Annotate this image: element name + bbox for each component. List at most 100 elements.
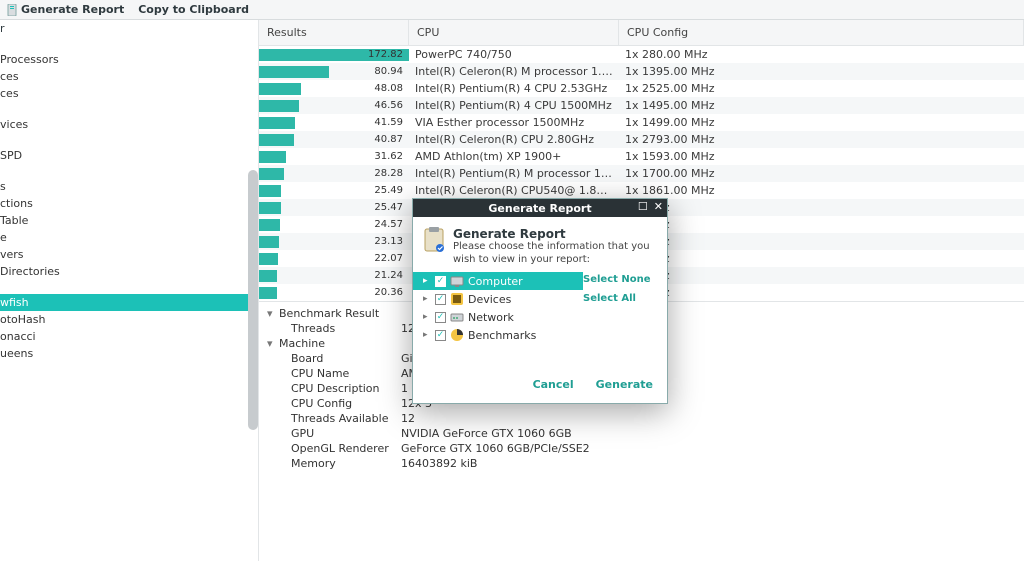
report-tree[interactable]: ▸ ✓ Computer ▸ ✓ Devices ▸ ✓ Network▸ ✓ Benchmarks bbox=[413, 272, 583, 344]
col-results[interactable]: Results bbox=[259, 20, 409, 45]
result-value: 41.59 bbox=[374, 117, 403, 128]
col-cpu[interactable]: CPU bbox=[409, 20, 619, 45]
table-row[interactable]: 28.28 Intel(R) Pentium(R) M processor 1.7… bbox=[259, 165, 1024, 182]
tree-item-devices[interactable]: ▸✓Devices bbox=[413, 290, 583, 308]
config-cell: 1x 1861.00 MHz bbox=[619, 184, 1024, 197]
threadsavail-label: Threads Available bbox=[291, 412, 401, 425]
generate-report-button[interactable]: Generate Report bbox=[6, 3, 124, 16]
copy-clipboard-button[interactable]: Copy to Clipboard bbox=[138, 3, 249, 16]
generate-button[interactable]: Generate bbox=[596, 378, 653, 391]
machine-heading: Machine bbox=[279, 337, 389, 350]
result-bar bbox=[259, 83, 301, 95]
sidebar-item[interactable]: ces bbox=[0, 68, 258, 85]
tree-item-benchmarks[interactable]: ▸ ✓ Benchmarks bbox=[413, 326, 583, 344]
close-icon[interactable]: ✕ bbox=[654, 201, 663, 212]
report-icon bbox=[6, 4, 18, 16]
config-cell: .00 MHz bbox=[619, 235, 1024, 248]
result-value: 20.36 bbox=[374, 287, 403, 298]
sidebar-item[interactable]: otoHash bbox=[0, 311, 258, 328]
sidebar-item[interactable]: Directories bbox=[0, 263, 258, 280]
cancel-button[interactable]: Cancel bbox=[533, 378, 574, 391]
checkbox[interactable]: ✓ bbox=[435, 276, 446, 287]
sidebar-item[interactable]: ctions bbox=[0, 195, 258, 212]
config-cell: 1x 2525.00 MHz bbox=[619, 82, 1024, 95]
clipboard-icon bbox=[423, 227, 445, 253]
select-none-button[interactable]: Select None bbox=[583, 274, 657, 285]
chevron-right-icon: ▸ bbox=[423, 312, 431, 322]
result-value: 31.62 bbox=[374, 151, 403, 162]
maximize-icon[interactable]: ☐ bbox=[638, 201, 648, 212]
ogl-value: GeForce GTX 1060 6GB/PCIe/SSE2 bbox=[401, 442, 1016, 455]
cpudesc-label: CPU Description bbox=[291, 382, 401, 395]
table-header: Results CPU CPU Config bbox=[259, 20, 1024, 46]
result-bar bbox=[259, 134, 294, 146]
tree-item-label: Computer bbox=[468, 275, 523, 288]
result-bar bbox=[259, 287, 277, 299]
cpu-cell: Intel(R) Celeron(R) CPU 2.80GHz bbox=[409, 133, 619, 146]
checkbox[interactable]: ✓ bbox=[435, 312, 446, 323]
sidebar-item[interactable]: wfish bbox=[0, 294, 258, 311]
table-row[interactable]: 40.87 Intel(R) Celeron(R) CPU 2.80GHz1x 2… bbox=[259, 131, 1024, 148]
sidebar-item[interactable]: Processors bbox=[0, 51, 258, 68]
col-config[interactable]: CPU Config bbox=[619, 20, 1024, 45]
result-bar bbox=[259, 270, 277, 282]
tree-item-network[interactable]: ▸ ✓ Network bbox=[413, 308, 583, 326]
result-bar bbox=[259, 219, 280, 231]
config-cell: .00 MHz bbox=[619, 269, 1024, 282]
threads-label: Threads bbox=[291, 322, 401, 335]
sidebar-item[interactable]: ueens bbox=[0, 345, 258, 362]
cpuconfig-label: CPU Config bbox=[291, 397, 401, 410]
table-row[interactable]: 48.08 Intel(R) Pentium(R) 4 CPU 2.53GHz1x… bbox=[259, 80, 1024, 97]
config-cell: 1x 1499.00 MHz bbox=[619, 116, 1024, 129]
tree-item-computer[interactable]: ▸✓Computer bbox=[413, 272, 583, 290]
table-row[interactable]: 80.94Intel(R) Celeron(R) M processor 1.4… bbox=[259, 63, 1024, 80]
result-bar bbox=[259, 117, 295, 129]
checkbox[interactable]: ✓ bbox=[435, 294, 446, 305]
cpu-cell: Intel(R) Pentium(R) 4 CPU 2.53GHz bbox=[409, 82, 619, 95]
sidebar-item[interactable]: vers bbox=[0, 246, 258, 263]
module-icon bbox=[450, 310, 464, 324]
scrollbar[interactable] bbox=[248, 170, 258, 430]
result-value: 28.28 bbox=[374, 168, 403, 179]
chevron-right-icon: ▸ bbox=[423, 330, 431, 340]
sidebar[interactable]: rProcessorscescesvicesSPDsctionsTableeve… bbox=[0, 20, 259, 561]
config-cell: .00 MHz bbox=[619, 218, 1024, 231]
sidebar-item[interactable]: vices bbox=[0, 116, 258, 133]
config-cell: .00 MHz bbox=[619, 286, 1024, 299]
cpu-cell: AMD Athlon(tm) XP 1900+ bbox=[409, 150, 619, 163]
checkbox[interactable]: ✓ bbox=[435, 330, 446, 341]
tree-item-label: Network bbox=[468, 311, 514, 324]
config-cell: 1x 280.00 MHz bbox=[619, 48, 1024, 61]
sidebar-item[interactable]: e bbox=[0, 229, 258, 246]
sidebar-item[interactable]: Table bbox=[0, 212, 258, 229]
result-value: 46.56 bbox=[374, 100, 403, 111]
dialog-subtext: Please choose the information that you w… bbox=[453, 241, 657, 266]
generate-report-dialog: Generate Report ☐ ✕ Generate Report Plea… bbox=[412, 198, 668, 404]
select-all-button[interactable]: Select All bbox=[583, 293, 657, 304]
tree-item-label: Devices bbox=[468, 293, 511, 306]
table-row[interactable]: 46.56Intel(R) Pentium(R) 4 CPU 1500MHz1x… bbox=[259, 97, 1024, 114]
table-row[interactable]: 31.62AMD Athlon(tm) XP 1900+1x 1593.00 M… bbox=[259, 148, 1024, 165]
cpu-cell: VIA Esther processor 1500MHz bbox=[409, 116, 619, 129]
result-bar bbox=[259, 66, 329, 78]
benchmark-result-heading: Benchmark Result bbox=[279, 307, 389, 320]
sidebar-item[interactable]: ces bbox=[0, 85, 258, 102]
sidebar-item[interactable]: s bbox=[0, 178, 258, 195]
board-label: Board bbox=[291, 352, 401, 365]
result-value: 48.08 bbox=[374, 83, 403, 94]
tree-item-label: Benchmarks bbox=[468, 329, 536, 342]
sidebar-item[interactable]: SPD bbox=[0, 147, 258, 164]
caret-icon[interactable]: ▾ bbox=[267, 307, 279, 320]
caret-icon[interactable]: ▾ bbox=[267, 337, 279, 350]
table-row[interactable]: 41.59 VIA Esther processor 1500MHz1x 1499… bbox=[259, 114, 1024, 131]
sidebar-item[interactable]: onacci bbox=[0, 328, 258, 345]
dialog-titlebar[interactable]: Generate Report ☐ ✕ bbox=[413, 199, 667, 217]
config-cell: .00 MHz bbox=[619, 201, 1024, 214]
table-row[interactable]: 25.49Intel(R) Celeron(R) CPU540@ 1.86GHz… bbox=[259, 182, 1024, 199]
result-bar bbox=[259, 100, 299, 112]
result-value: 40.87 bbox=[374, 134, 403, 145]
config-cell: 1x 2793.00 MHz bbox=[619, 133, 1024, 146]
table-row[interactable]: 172.82PowerPC 740/7501x 280.00 MHz bbox=[259, 46, 1024, 63]
result-bar bbox=[259, 236, 279, 248]
cpu-cell: Intel(R) Pentium(R) M processor 1.70GHz bbox=[409, 167, 619, 180]
